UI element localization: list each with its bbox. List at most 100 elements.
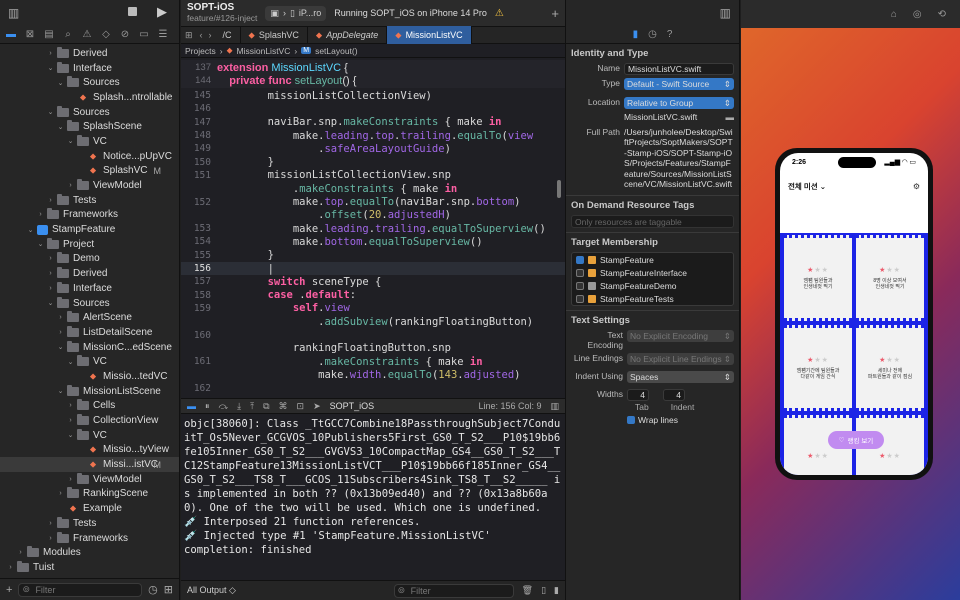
wrap-lines-checkbox[interactable] — [627, 416, 635, 424]
file-tree-item[interactable]: › Tuist — [0, 560, 179, 575]
breadcrumb-root[interactable]: Projects — [185, 46, 216, 56]
indent-select[interactable]: Spaces ⇕ — [627, 370, 734, 383]
file-tree-item[interactable]: ⌄ VC — [0, 428, 179, 443]
mission-menu-title[interactable]: 전체 미션 ⌄ — [788, 181, 826, 192]
target-checkbox[interactable] — [576, 294, 584, 303]
editor-split-icon[interactable]: ▥ — [550, 401, 559, 412]
tab-width-field[interactable]: 4 — [627, 388, 649, 401]
editor-tab[interactable]: /C — [215, 26, 241, 44]
file-tree-item[interactable]: › Demo — [0, 252, 179, 267]
mission-card[interactable]: ★★★ 8명 이상 모여서 인생네컷 찍기 — [856, 235, 924, 321]
code-line[interactable]: 149 .safeAreaLayoutGuide) — [181, 142, 565, 155]
device-selector[interactable]: ▣ › ▯ iP...ro — [265, 5, 327, 21]
file-tree-item[interactable]: ⬥ Example — [0, 501, 179, 516]
file-tree-item[interactable]: › AlertScene — [0, 310, 179, 325]
file-inspector-icon[interactable]: ▮ — [633, 29, 639, 40]
disclosure-chevron-icon[interactable]: › — [6, 564, 15, 571]
file-tree-item[interactable]: ⬥ Splash...ntrollable — [0, 90, 179, 105]
disclosure-chevron-icon[interactable]: › — [16, 549, 25, 556]
disclosure-chevron-icon[interactable]: › — [46, 270, 55, 277]
file-tree-item[interactable]: › Frameworks — [0, 208, 179, 223]
code-line[interactable]: 156 | — [181, 261, 565, 276]
disclosure-chevron-icon[interactable]: ⌄ — [56, 343, 65, 351]
file-tree-item[interactable]: › ViewModel — [0, 472, 179, 487]
file-tree-item[interactable]: › ListDetailScene — [0, 325, 179, 340]
debug-icon[interactable]: ⊘ — [119, 29, 131, 40]
code-line[interactable]: 145 missionListCollectionView) — [181, 89, 565, 102]
forward-icon[interactable]: › — [206, 30, 215, 40]
add-tab-icon[interactable]: + — [551, 6, 559, 21]
code-line[interactable]: 160 — [181, 328, 565, 341]
disclosure-chevron-icon[interactable]: › — [36, 211, 45, 218]
file-tree-item[interactable]: ⌄ MissionC...edScene — [0, 340, 179, 355]
disclosure-chevron-icon[interactable]: › — [66, 182, 75, 189]
target-checkbox[interactable] — [576, 281, 584, 290]
code-line[interactable]: .offset(20.adjustedH) — [181, 209, 565, 222]
disclosure-chevron-icon[interactable]: › — [66, 402, 75, 409]
folder-icon[interactable]: ▬ — [5, 29, 17, 40]
disclosure-chevron-icon[interactable]: ⌄ — [46, 108, 55, 116]
add-icon[interactable]: + — [6, 584, 12, 596]
editor-tab[interactable]: ⬥ MissionListVC — [387, 26, 472, 44]
file-tree-item[interactable]: › Tests — [0, 516, 179, 531]
disclosure-chevron-icon[interactable]: › — [56, 314, 65, 321]
grid-icon[interactable]: ⊞ — [181, 30, 197, 41]
help-inspector-icon[interactable]: ? — [667, 29, 673, 40]
code-line[interactable]: 150 } — [181, 156, 565, 169]
file-tree-item[interactable]: ⬥ SplashVC M — [0, 164, 179, 179]
gear-icon[interactable]: ⚙ — [913, 182, 920, 191]
disclosure-chevron-icon[interactable]: › — [46, 255, 55, 262]
file-tree-item[interactable]: › Derived — [0, 266, 179, 281]
disclosure-chevron-icon[interactable]: › — [46, 285, 55, 292]
run-icon[interactable]: ▶ — [157, 4, 167, 20]
disclosure-chevron-icon[interactable]: ⌄ — [56, 123, 65, 131]
code-line[interactable]: rankingFloatingButton.snp — [181, 342, 565, 355]
source-control-icon[interactable]: ⊠ — [24, 29, 36, 40]
mission-card[interactable]: ★★★ 엠팸 팀원들과 인생네컷 찍기 — [784, 235, 852, 321]
disclosure-chevron-icon[interactable]: › — [46, 50, 55, 57]
step-out-icon[interactable]: ⤒ — [250, 401, 254, 412]
file-tree-item[interactable]: › ViewModel — [0, 178, 179, 193]
environment-icon[interactable]: ⊡ — [297, 401, 305, 412]
sidebar-toggle-icon[interactable]: ▥ — [8, 6, 19, 20]
breakpoint-icon[interactable]: ▭ — [138, 29, 150, 40]
step-in-icon[interactable]: ⤓ — [237, 401, 241, 412]
code-line[interactable]: .makeConstraints { make in — [181, 182, 565, 195]
file-tree-item[interactable]: ⌄ VC — [0, 354, 179, 369]
code-line[interactable]: 155 } — [181, 249, 565, 262]
code-line[interactable]: 148 make.leading.top.trailing.equalTo(vi… — [181, 129, 565, 142]
warning-icon[interactable]: ⚠ — [495, 8, 504, 19]
file-tree-item[interactable]: ⬥ Missio...tedVC — [0, 369, 179, 384]
console-output[interactable]: objc[38060]: Class _TtGCC7Combine18Passt… — [181, 414, 565, 580]
disclosure-chevron-icon[interactable]: › — [66, 476, 75, 483]
file-tree-item[interactable]: › CollectionView — [0, 413, 179, 428]
code-line[interactable]: .addSubview(rankingFloatingButton) — [181, 315, 565, 328]
file-tree-item[interactable]: ⌄ StampFeature — [0, 222, 179, 237]
file-tree-item[interactable]: › Cells — [0, 399, 179, 414]
code-line[interactable]: 161 .makeConstraints { make in — [181, 355, 565, 368]
navigator-filter-input[interactable]: Filter — [18, 582, 143, 597]
folder-browse-icon[interactable]: ▬ — [726, 112, 735, 122]
console-filter-input[interactable]: Filter — [393, 583, 514, 598]
type-select[interactable]: Default - Swift Source ⇕ — [624, 77, 734, 90]
pause-icon[interactable]: ⏸ — [205, 401, 210, 412]
disclosure-chevron-icon[interactable]: ⌄ — [66, 358, 75, 366]
disclosure-chevron-icon[interactable]: › — [46, 535, 55, 542]
mission-card[interactable]: ★★★ 엠팸기간에 팀원들과 다같이 게임 간식 — [784, 325, 852, 411]
target-checkbox[interactable] — [576, 268, 584, 277]
home-icon[interactable]: ⌂ — [891, 9, 897, 20]
scheme-title[interactable]: SOPT-iOS feature/#126-inject — [187, 3, 257, 24]
location-icon[interactable]: ➤ — [313, 401, 321, 412]
file-tree-item[interactable]: › Tests — [0, 193, 179, 208]
clock-icon[interactable]: ◷ — [148, 583, 158, 596]
location-select[interactable]: Relative to Group ⇕ — [624, 96, 734, 109]
disclosure-chevron-icon[interactable]: › — [56, 490, 65, 497]
code-line[interactable]: make.width.equalTo(143.adjusted) — [181, 368, 565, 381]
output-filter-select[interactable]: All Output ◇ — [187, 585, 236, 596]
breakpoints-toggle-icon[interactable]: ▬ — [187, 401, 196, 411]
code-line[interactable]: 147 naviBar.snp.makeConstraints { make i… — [181, 116, 565, 129]
file-tree-item[interactable]: › Derived — [0, 46, 179, 61]
memory-graph-icon[interactable]: ⌘ — [279, 401, 288, 412]
file-tree-item[interactable]: ⬥ Missi...istVC M — [0, 457, 179, 472]
editor-scrollbar[interactable] — [557, 180, 561, 198]
